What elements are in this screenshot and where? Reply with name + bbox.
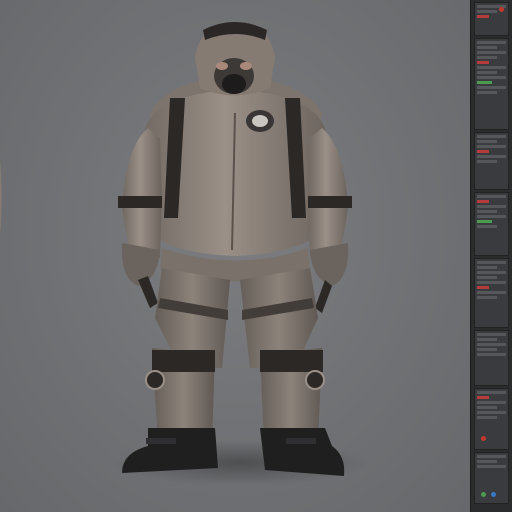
3d-viewport[interactable]: [0, 0, 470, 512]
status-dot-icon: [499, 7, 504, 12]
properties-side-panel[interactable]: [470, 0, 512, 512]
status-dot-icon: [481, 492, 486, 497]
status-dot-icon: [491, 492, 496, 497]
panel-block-4[interactable]: [474, 192, 509, 256]
hazmat-suit-character: [100, 18, 370, 488]
panel-block-7[interactable]: [474, 388, 509, 450]
character-left-partial: [0, 80, 35, 400]
panel-block-2[interactable]: [474, 38, 509, 130]
panel-block-5[interactable]: [474, 258, 509, 328]
panel-block-3[interactable]: [474, 132, 509, 190]
panel-block-1[interactable]: [474, 2, 509, 36]
panel-block-6[interactable]: [474, 330, 509, 386]
panel-block-8[interactable]: [474, 452, 509, 504]
status-dot-icon: [481, 436, 486, 441]
